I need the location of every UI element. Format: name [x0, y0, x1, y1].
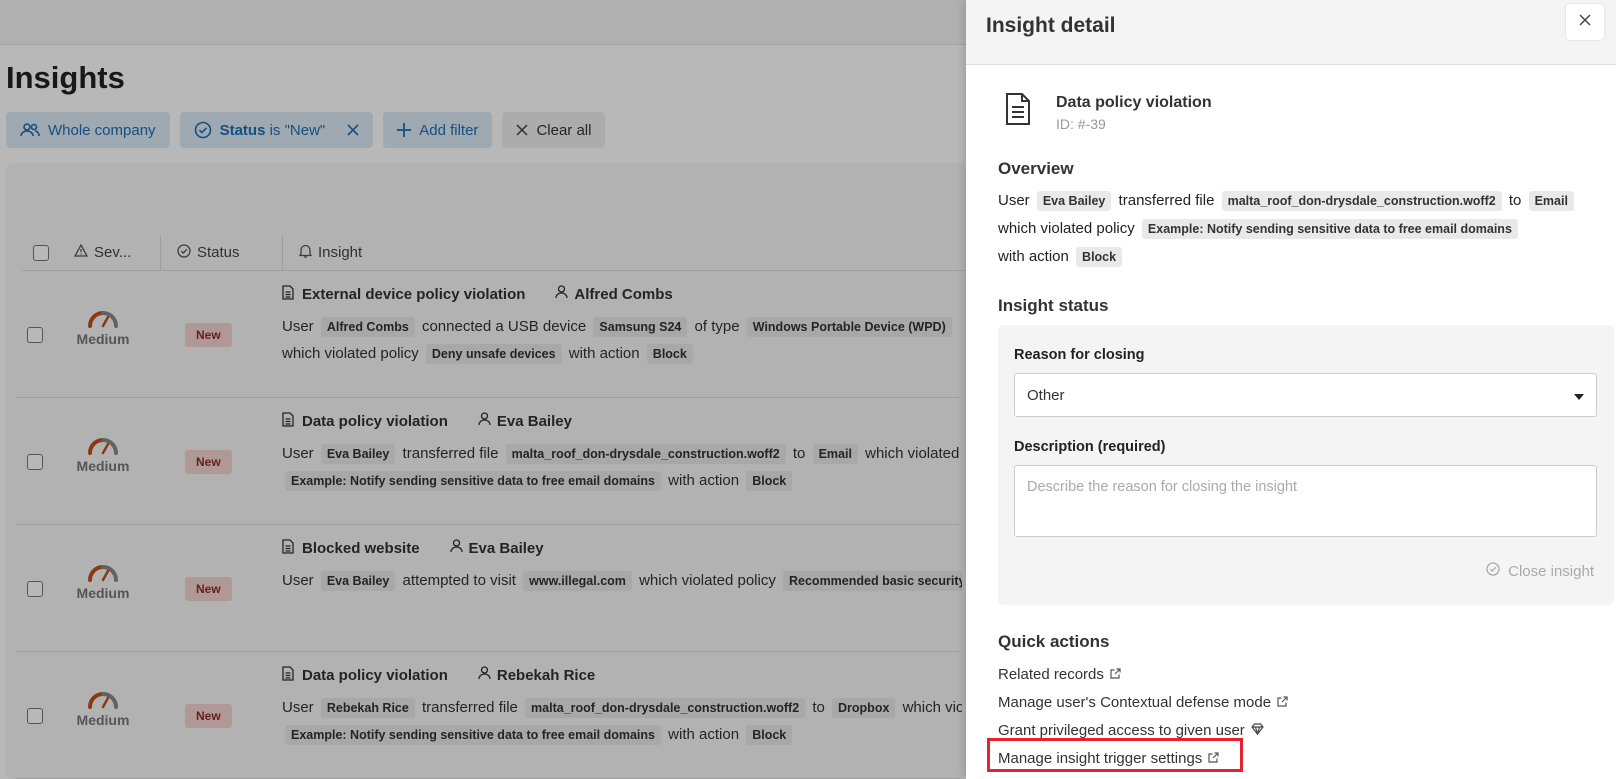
text-segment: with action: [998, 248, 1074, 265]
check-circle-icon: [1486, 562, 1500, 580]
insight-summary: Data policy violation ID: #-39: [1004, 92, 1212, 132]
insight-status-card: Reason for closing Other Description (re…: [998, 325, 1614, 605]
overview-text: User Eva Bailey transferred file malta_r…: [998, 187, 1598, 271]
document-icon: [1004, 92, 1032, 131]
privileged-access-label: Grant privileged access to given user: [998, 721, 1245, 739]
overview-line: which violated policy Example: Notify se…: [998, 215, 1598, 243]
description-label: Description (required): [1014, 439, 1166, 455]
reason-label: Reason for closing: [1014, 347, 1145, 363]
external-link-icon: [1110, 666, 1121, 683]
insight-name: Data policy violation: [1056, 94, 1212, 111]
related-records-label: Related records: [998, 665, 1104, 683]
insight-status-title: Insight status: [998, 296, 1109, 315]
contextual-defense-link[interactable]: Manage user's Contextual defense mode: [998, 688, 1288, 716]
related-records-link[interactable]: Related records: [998, 660, 1288, 688]
value-tag: Example: Notify sending sensitive data t…: [1141, 219, 1518, 239]
text-segment: which violated policy: [998, 220, 1139, 237]
value-tag: Eva Bailey: [1036, 191, 1112, 211]
modal-overlay[interactable]: [0, 0, 966, 779]
description-textarea[interactable]: Describe the reason for closing the insi…: [1014, 465, 1597, 537]
value-tag: Email: [1528, 191, 1574, 211]
trigger-settings-highlight: [987, 738, 1243, 772]
text-segment: to: [1504, 192, 1526, 209]
caret-down-icon: [1574, 387, 1584, 404]
close-insight-label: Close insight: [1508, 562, 1594, 580]
text-segment: User: [998, 192, 1034, 209]
insight-detail-drawer: Insight detail Data policy violation ID:…: [966, 0, 1616, 779]
overview-title: Overview: [998, 159, 1074, 178]
diamond-icon: [1251, 722, 1264, 739]
contextual-defense-label: Manage user's Contextual defense mode: [998, 693, 1272, 711]
quick-actions-title: Quick actions: [998, 632, 1110, 651]
drawer-title: Insight detail: [986, 14, 1116, 37]
close-icon: [1579, 13, 1591, 31]
overview-line: with action Block: [998, 243, 1598, 271]
insight-id: ID: #-39: [1056, 116, 1106, 132]
drawer-header: Insight detail: [966, 0, 1616, 65]
external-link-icon: [1277, 694, 1288, 711]
reason-select-value: Other: [1027, 386, 1065, 404]
overview-line: User Eva Bailey transferred file malta_r…: [998, 187, 1598, 215]
close-drawer-button[interactable]: [1566, 4, 1604, 40]
value-tag: Block: [1076, 247, 1123, 267]
text-segment: transferred file: [1114, 192, 1219, 209]
reason-select[interactable]: Other: [1014, 373, 1597, 417]
close-insight-button[interactable]: Close insight: [1486, 562, 1594, 580]
value-tag: malta_roof_don-drysdale_construction.wof…: [1221, 191, 1502, 211]
